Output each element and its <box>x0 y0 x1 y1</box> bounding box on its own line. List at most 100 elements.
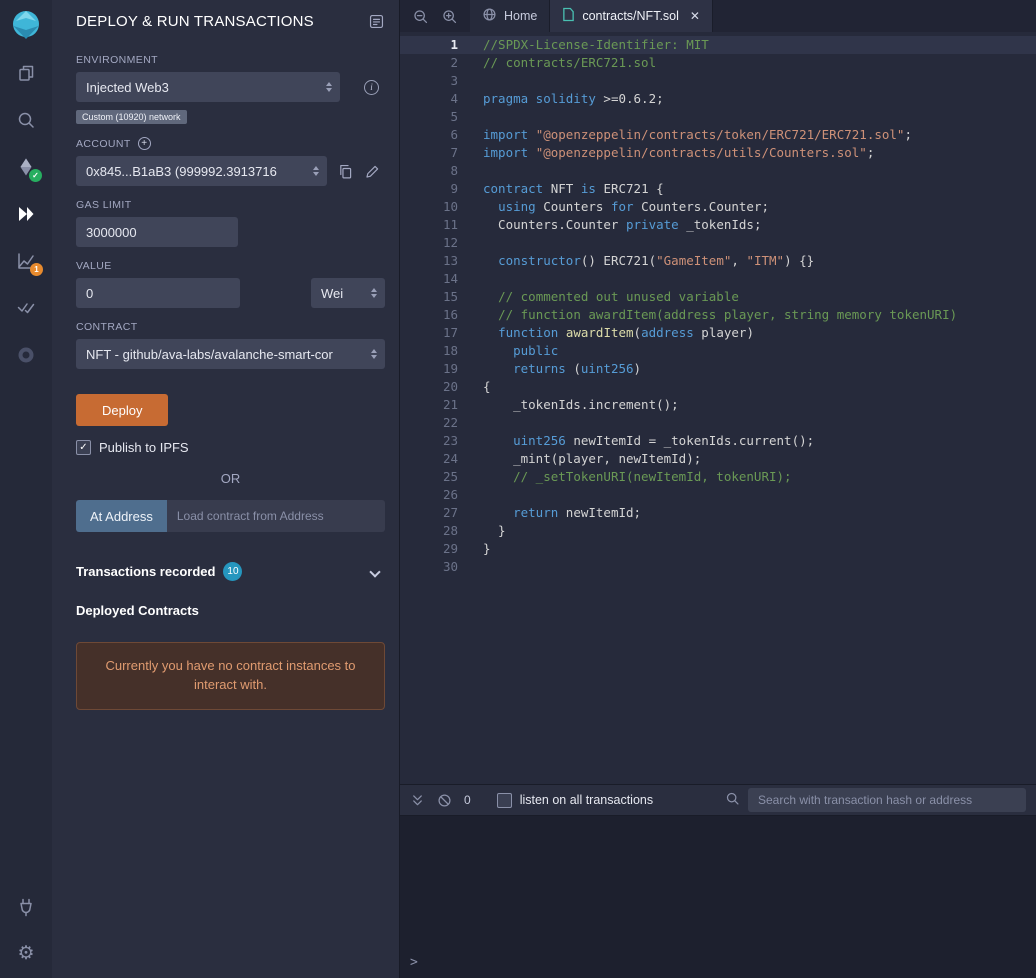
code-line[interactable]: 28 } <box>400 522 1036 540</box>
contract-select[interactable]: NFT - github/ava-labs/avalanche-smart-co… <box>76 339 385 369</box>
code-line[interactable]: 18 public <box>400 342 1036 360</box>
terminal-output[interactable]: > <box>400 816 1036 978</box>
code-line[interactable]: 2// contracts/ERC721.sol <box>400 54 1036 72</box>
line-number: 25 <box>400 468 458 486</box>
gas-limit-input[interactable] <box>76 217 238 247</box>
remix-ide: ✓ 1 <box>0 0 1036 978</box>
plugin-manager-icon[interactable] <box>15 896 37 918</box>
code-line[interactable]: 9contract NFT is ERC721 { <box>400 180 1036 198</box>
transactions-recorded-label: Transactions recorded <box>76 564 215 579</box>
code-token <box>483 469 513 484</box>
environment-info-icon[interactable]: i <box>364 80 379 95</box>
line-number: 11 <box>400 216 458 234</box>
unit-testing-icon[interactable] <box>15 297 37 319</box>
code-line[interactable]: 4pragma solidity >=0.6.2; <box>400 90 1036 108</box>
code-area: 1//SPDX-License-Identifier: MIT2// contr… <box>400 36 1036 576</box>
or-divider: OR <box>76 471 385 486</box>
code-line[interactable]: 21 _tokenIds.increment(); <box>400 396 1036 414</box>
zoom-out-icon[interactable] <box>412 8 429 25</box>
account-select[interactable]: 0x845...B1aB3 (999992.3913716 <box>76 156 327 186</box>
code-token: ( <box>566 361 581 376</box>
listen-all-checkbox[interactable] <box>497 793 512 808</box>
code-token <box>483 343 513 358</box>
solidity-compiler-icon[interactable]: ✓ <box>15 156 37 178</box>
code-token: newItemId = _tokenIds.current(); <box>566 433 814 448</box>
file-explorer-icon[interactable] <box>15 62 37 84</box>
code-line[interactable]: 5 <box>400 108 1036 126</box>
code-line[interactable]: 16 // function awardItem(address player,… <box>400 306 1036 324</box>
at-address-button[interactable]: At Address <box>76 500 167 532</box>
code-token: private <box>626 217 679 232</box>
value-unit-select[interactable]: Wei <box>311 278 385 308</box>
code-line[interactable]: 27 return newItemId; <box>400 504 1036 522</box>
remix-logo-icon[interactable] <box>9 8 43 42</box>
tab-nft-sol[interactable]: contracts/NFT.sol ✕ <box>550 0 713 32</box>
static-analysis-icon[interactable]: 1 <box>15 250 37 272</box>
code-token: return <box>513 505 558 520</box>
plugin-doc-icon[interactable] <box>368 13 385 30</box>
code-token: "@openzeppelin/contracts/token/ERC721/ER… <box>536 127 905 142</box>
environment-select[interactable]: Injected Web3 <box>76 72 340 102</box>
code-line[interactable]: 23 uint256 newItemId = _tokenIds.current… <box>400 432 1036 450</box>
code-line[interactable]: 22 <box>400 414 1036 432</box>
terminal-search <box>725 788 1026 812</box>
code-line[interactable]: 8 <box>400 162 1036 180</box>
code-line[interactable]: 3 <box>400 72 1036 90</box>
code-line[interactable]: 25 // _setTokenURI(newItemId, tokenURI); <box>400 468 1036 486</box>
code-token <box>483 325 498 340</box>
code-line[interactable]: 12 <box>400 234 1036 252</box>
at-address-input[interactable] <box>167 500 385 532</box>
terminal-toolbar: 0 listen on all transactions <box>400 784 1036 816</box>
search-icon[interactable] <box>15 109 37 131</box>
code-line[interactable]: 13 constructor() ERC721("GameItem", "ITM… <box>400 252 1036 270</box>
code-token <box>558 325 566 340</box>
code-line[interactable]: 24 _mint(player, newItemId); <box>400 450 1036 468</box>
chevron-down-icon[interactable] <box>369 566 380 577</box>
code-line[interactable]: 17 function awardItem(address player) <box>400 324 1036 342</box>
code-token: //SPDX-License-Identifier: MIT <box>483 37 709 52</box>
code-line[interactable]: 19 returns (uint256) <box>400 360 1036 378</box>
settings-gear-icon[interactable]: ⚙ <box>15 942 37 964</box>
code-text: pragma solidity >=0.6.2; <box>458 90 664 108</box>
add-account-icon[interactable]: + <box>138 137 151 150</box>
code-line[interactable]: 20{ <box>400 378 1036 396</box>
code-line[interactable]: 6import "@openzeppelin/contracts/token/E… <box>400 126 1036 144</box>
code-line[interactable]: 30 <box>400 558 1036 576</box>
code-token: import <box>483 127 528 142</box>
line-number: 18 <box>400 342 458 360</box>
contract-field: CONTRACT NFT - github/ava-labs/avalanche… <box>76 321 385 369</box>
code-line[interactable]: 26 <box>400 486 1036 504</box>
code-token: ) <box>634 361 642 376</box>
deploy-run-icon[interactable] <box>15 203 37 225</box>
clear-terminal-icon[interactable] <box>437 793 452 808</box>
terminal-prompt: > <box>410 955 418 970</box>
transactions-recorded-row[interactable]: Transactions recorded 10 <box>76 562 385 581</box>
line-number: 4 <box>400 90 458 108</box>
code-line[interactable]: 10 using Counters for Counters.Counter; <box>400 198 1036 216</box>
code-token: // _setTokenURI(newItemId, tokenURI); <box>513 469 791 484</box>
close-tab-icon[interactable]: ✕ <box>690 9 700 23</box>
zoom-in-icon[interactable] <box>441 8 458 25</box>
code-token: function <box>498 325 558 340</box>
value-input[interactable] <box>76 278 240 308</box>
collapse-terminal-icon[interactable] <box>410 793 425 808</box>
code-line[interactable]: 15 // commented out unused variable <box>400 288 1036 306</box>
tab-home[interactable]: Home <box>470 0 550 32</box>
publish-ipfs-checkbox[interactable]: ✓ <box>76 440 91 455</box>
code-line[interactable]: 1//SPDX-License-Identifier: MIT <box>400 36 1036 54</box>
copy-account-icon[interactable] <box>337 163 354 180</box>
line-number: 19 <box>400 360 458 378</box>
code-token: () ERC721( <box>581 253 656 268</box>
code-token: returns <box>513 361 566 376</box>
deploy-button[interactable]: Deploy <box>76 394 168 426</box>
code-line[interactable]: 7import "@openzeppelin/contracts/utils/C… <box>400 144 1036 162</box>
code-line[interactable]: 29} <box>400 540 1036 558</box>
code-editor[interactable]: 1//SPDX-License-Identifier: MIT2// contr… <box>400 32 1036 784</box>
terminal-search-input[interactable] <box>748 788 1026 812</box>
code-line[interactable]: 14 <box>400 270 1036 288</box>
debugger-icon[interactable] <box>15 344 37 366</box>
edit-account-icon[interactable] <box>364 163 381 180</box>
line-number: 9 <box>400 180 458 198</box>
environment-field: ENVIRONMENT Injected Web3 i Custom (1092… <box>76 54 385 124</box>
code-line[interactable]: 11 Counters.Counter private _tokenIds; <box>400 216 1036 234</box>
